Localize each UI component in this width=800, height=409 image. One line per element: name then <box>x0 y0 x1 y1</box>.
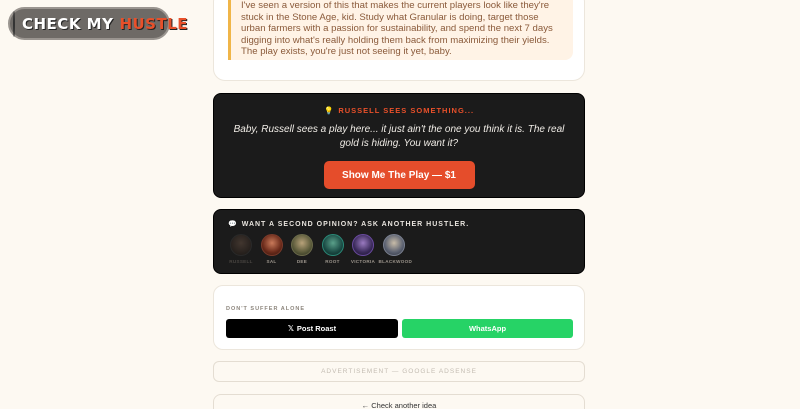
x-logo-icon: 𝕏 <box>287 324 294 333</box>
show-me-the-play-button[interactable]: Show Me The Play — $1 <box>323 161 475 189</box>
avatar <box>291 234 313 256</box>
logo-word-hustle: HUSTLE <box>119 14 189 33</box>
share-label: DON'T SUFFER ALONE <box>226 306 305 312</box>
hustler-name: VICTORIA <box>350 259 376 264</box>
second-opinion-title: 💬 WANT A SECOND OPINION? ASK ANOTHER HUST… <box>228 220 469 228</box>
hustler-victoria[interactable]: VICTORIA <box>348 234 378 264</box>
hustler-blackwood[interactable]: BLACKWOOD <box>378 234 413 264</box>
russell-title: 💡 RUSSELL SEES SOMETHING... <box>214 106 584 115</box>
share-card: DON'T SUFFER ALONE 𝕏 Post Roast WhatsApp <box>213 285 585 350</box>
logo-text: CHECK MY HUSTLE <box>22 15 188 33</box>
hustler-name: SAL <box>266 259 277 264</box>
russell-pitch: Baby, Russell sees a play here... it jus… <box>233 124 565 149</box>
avatar <box>260 234 283 256</box>
hustler-russell[interactable]: RUSSELL <box>226 234 256 264</box>
hustler-root[interactable]: ROOT <box>318 234 348 264</box>
second-opinion-title-text: WANT A SECOND OPINION? ASK ANOTHER HUSTL… <box>241 221 470 228</box>
hustler-name: ROOT <box>325 259 340 264</box>
advertisement-slot: ADVERTISEMENT — GOOGLE ADSENSE <box>213 361 585 382</box>
hustler-name: RUSSELL <box>229 259 253 264</box>
hustler-name: BLACKWOOD <box>378 259 413 264</box>
logo-avatar <box>13 10 15 37</box>
avatar <box>230 234 252 256</box>
avatar <box>352 234 374 256</box>
hustler-dee[interactable]: DEE <box>287 234 317 264</box>
check-another-idea-button[interactable]: ← Check another idea <box>213 394 585 409</box>
logo[interactable]: CHECK MY HUSTLE <box>8 7 188 40</box>
avatar <box>382 234 405 256</box>
avatar <box>321 234 344 256</box>
lightbulb-icon: 💡 <box>323 106 335 115</box>
logo-word-check-my: CHECK MY <box>22 14 114 33</box>
advice-quote: I've seen a version of this that makes t… <box>228 0 573 60</box>
verdict-card: I've seen a version of this that makes t… <box>213 0 585 81</box>
russell-upsell-card: 💡 RUSSELL SEES SOMETHING... Baby, Russell… <box>213 93 585 198</box>
post-roast-label: Post Roast <box>296 324 337 333</box>
second-opinion-card: 💬 WANT A SECOND OPINION? ASK ANOTHER HUST… <box>213 209 585 274</box>
speech-bubble-icon: 💬 <box>228 221 238 228</box>
hustler-sal[interactable]: SAL <box>257 234 287 264</box>
post-roast-x-button[interactable]: 𝕏 Post Roast <box>226 319 398 338</box>
hustler-list: RUSSELL SAL DEE ROOT VICTORIA BLACKWOOD <box>226 234 413 264</box>
whatsapp-share-button[interactable]: WhatsApp <box>402 319 573 338</box>
hustler-name: DEE <box>296 259 308 264</box>
russell-title-text: RUSSELL SEES SOMETHING... <box>338 106 475 115</box>
